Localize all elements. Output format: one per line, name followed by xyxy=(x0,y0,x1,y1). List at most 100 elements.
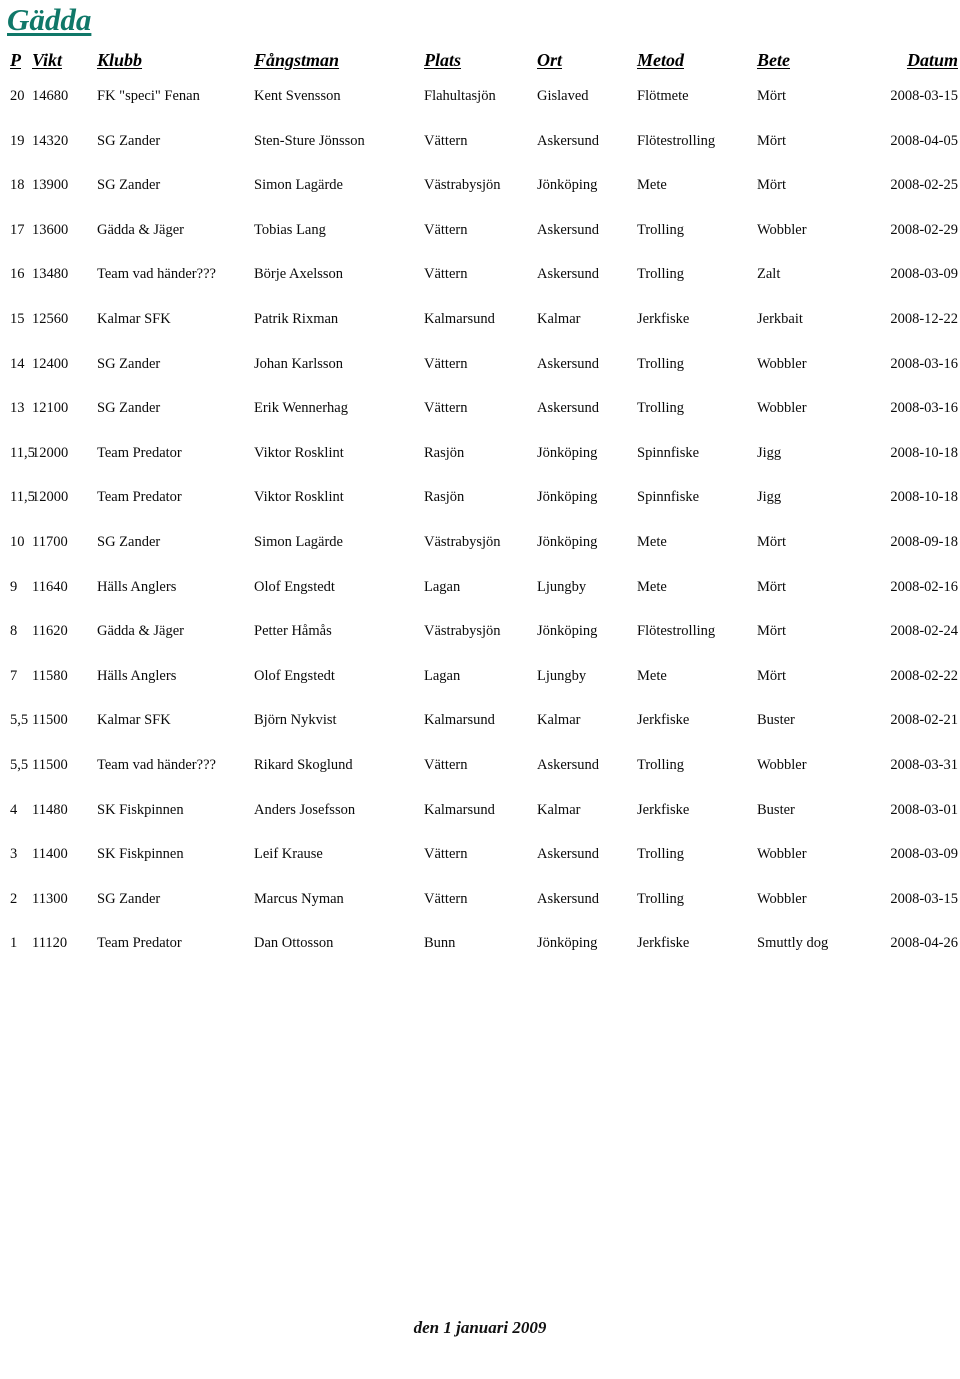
cell-fangstman: Patrik Rixman xyxy=(254,310,339,327)
cell-p: 10 xyxy=(10,533,25,550)
table-row: 18 13900 SG Zander Simon Lagärde Västrabysjö… xyxy=(0,177,960,222)
cell-datum: 2008-03-31 xyxy=(890,756,958,773)
cell-klubb: Gädda & Jäger xyxy=(97,221,184,238)
cell-ort: Kalmar xyxy=(537,801,581,818)
cell-vikt: 11300 xyxy=(32,890,68,907)
cell-klubb: SG Zander xyxy=(97,177,161,194)
cell-datum: 2008-12-22 xyxy=(890,310,958,327)
cell-plats: Lagan xyxy=(424,667,461,684)
cell-datum: 2008-03-16 xyxy=(890,400,958,417)
cell-plats: Vättern xyxy=(424,132,468,149)
cell-fangstman: Dan Ottosson xyxy=(254,935,334,952)
cell-ort: Askersund xyxy=(537,132,600,149)
cell-plats: Kalmarsund xyxy=(424,310,495,327)
cell-ort: Askersund xyxy=(537,355,600,372)
cell-vikt: 11480 xyxy=(32,801,68,818)
cell-bete: Mört xyxy=(757,88,786,104)
cell-datum: 2008-03-09 xyxy=(890,846,958,863)
cell-ort: Kalmar xyxy=(537,712,581,729)
cell-vikt: 12400 xyxy=(32,355,69,372)
table-row: 2 11300 SG Zander Marcus Nyman Vättern Askers… xyxy=(0,891,960,936)
column-header-klubb-label: Klubb xyxy=(97,50,143,70)
cell-vikt: 12560 xyxy=(32,310,69,327)
cell-ort: Askersund xyxy=(537,400,600,417)
cell-klubb: SG Zander xyxy=(97,890,161,907)
table-header: P Vikt Klubb Fångstman Plats Ort Metod B… xyxy=(0,50,960,88)
cell-ort: Ljungby xyxy=(537,578,587,595)
cell-p: 18 xyxy=(10,177,25,194)
cell-plats: Kalmarsund xyxy=(424,712,495,729)
cell-ort: Askersund xyxy=(537,890,600,907)
cell-plats: Västrabysjön xyxy=(424,177,501,194)
table-row: 8 11620 Gädda & Jäger Petter Håmås Västrabys… xyxy=(0,623,960,668)
cell-p: 1 xyxy=(10,935,18,952)
cell-vikt: 14680 xyxy=(32,88,69,104)
cell-ort: Kalmar xyxy=(537,310,581,327)
table-row: 17 13600 Gädda & Jäger Tobias Lang Vättern As… xyxy=(0,222,960,267)
cell-plats: Lagan xyxy=(424,578,461,595)
cell-bete: Mört xyxy=(757,533,786,550)
cell-vikt: 11500 xyxy=(32,712,68,729)
column-header-vikt: Vikt xyxy=(30,50,95,88)
cell-vikt: 14320 xyxy=(32,132,69,149)
cell-klubb: SK Fiskpinnen xyxy=(97,846,184,863)
cell-datum: 2008-02-25 xyxy=(890,177,958,194)
cell-datum: 2008-03-09 xyxy=(890,266,958,283)
cell-fangstman: Viktor Rosklint xyxy=(254,444,344,461)
cell-klubb: FK "speci" Fenan xyxy=(97,88,200,104)
cell-p: 11,5 xyxy=(10,489,35,506)
cell-fangstman: Petter Håmås xyxy=(254,623,332,640)
column-header-datum: Datum xyxy=(860,50,960,88)
cell-vikt: 13600 xyxy=(32,221,69,238)
column-header-bete: Bete xyxy=(755,50,860,88)
cell-metod: Trolling xyxy=(637,846,685,863)
document-footer-date: den 1 januari 2009 xyxy=(413,1318,547,1337)
cell-ort: Jönköping xyxy=(537,533,598,550)
cell-ort: Ljungby xyxy=(537,667,587,684)
table-row: 14 12400 SG Zander Johan Karlsson Vättern Ask… xyxy=(0,356,960,401)
cell-bete: Smuttly dog xyxy=(757,935,829,952)
cell-klubb: Team Predator xyxy=(97,935,182,952)
cell-fangstman: Erik Wennerhag xyxy=(254,400,348,417)
cell-fangstman: Börje Axelsson xyxy=(254,266,344,283)
cell-fangstman: Marcus Nyman xyxy=(254,890,344,907)
cell-vikt: 12000 xyxy=(32,489,69,506)
table-row: 7 11580 Hälls Anglers Olof Engstedt Lagan Lju… xyxy=(0,668,960,713)
cell-fangstman: Leif Krause xyxy=(254,846,323,863)
cell-fangstman: Rikard Skoglund xyxy=(254,756,353,773)
cell-metod: Jerkfiske xyxy=(637,801,690,818)
cell-datum: 2008-02-29 xyxy=(890,221,958,238)
column-header-plats: Plats xyxy=(422,50,535,88)
table-row: 10 11700 SG Zander Simon Lagärde Västrabysjö… xyxy=(0,534,960,579)
cell-p: 13 xyxy=(10,400,25,417)
cell-vikt: 11500 xyxy=(32,756,68,773)
cell-metod: Jerkfiske xyxy=(637,935,690,952)
cell-metod: Flötmete xyxy=(637,88,689,104)
cell-p: 19 xyxy=(10,132,25,149)
table-row: 1 11120 Team Predator Dan Ottosson Bunn Jönkö… xyxy=(0,935,960,980)
table-row: 4 11480 SK Fiskpinnen Anders Josefsson Kalma… xyxy=(0,802,960,847)
document-page: Gädda P Vikt Klubb Fångstman Plats Ort M… xyxy=(0,0,960,1379)
cell-datum: 2008-09-18 xyxy=(890,533,958,550)
cell-klubb: SK Fiskpinnen xyxy=(97,801,184,818)
table-row: 9 11640 Hälls Anglers Olof Engstedt Lagan Lju… xyxy=(0,579,960,624)
cell-p: 7 xyxy=(10,667,18,684)
cell-vikt: 11120 xyxy=(32,935,68,952)
cell-vikt: 11620 xyxy=(32,623,68,640)
cell-fangstman: Simon Lagärde xyxy=(254,533,343,550)
cell-datum: 2008-02-22 xyxy=(890,667,958,684)
cell-bete: Jigg xyxy=(757,489,782,506)
cell-klubb: SG Zander xyxy=(97,533,161,550)
cell-plats: Västrabysjön xyxy=(424,623,501,640)
column-header-plats-label: Plats xyxy=(424,50,462,70)
cell-bete: Wobbler xyxy=(757,756,807,773)
cell-metod: Flötestrolling xyxy=(637,623,716,640)
cell-metod: Mete xyxy=(637,578,667,595)
cell-plats: Bunn xyxy=(424,935,456,952)
cell-ort: Jönköping xyxy=(537,177,598,194)
cell-metod: Trolling xyxy=(637,355,685,372)
cell-plats: Vättern xyxy=(424,355,468,372)
cell-bete: Wobbler xyxy=(757,400,807,417)
cell-fangstman: Viktor Rosklint xyxy=(254,489,344,506)
cell-klubb: Gädda & Jäger xyxy=(97,623,184,640)
